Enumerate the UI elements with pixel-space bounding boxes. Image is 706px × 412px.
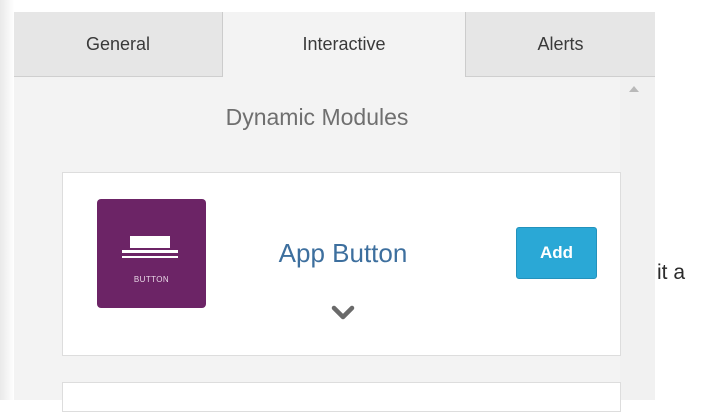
button-module-icon: BUTTON: [97, 199, 206, 308]
scroll-up-arrow-icon[interactable]: [629, 86, 639, 92]
tab-bar: General Interactive Alerts: [14, 12, 655, 77]
chevron-down-icon[interactable]: [331, 305, 355, 321]
scrollbar[interactable]: [620, 77, 655, 400]
section-title: Dynamic Modules: [225, 104, 409, 130]
tab-alerts[interactable]: Alerts: [466, 12, 655, 76]
background-page-text: it a: [657, 261, 686, 284]
add-button[interactable]: Add: [516, 227, 597, 279]
left-edge-shadow: [0, 0, 14, 400]
module-name[interactable]: App Button: [253, 238, 433, 269]
icon-caption: BUTTON: [133, 275, 170, 284]
button-icon: [122, 236, 178, 258]
tab-interactive[interactable]: Interactive: [222, 12, 466, 77]
tab-general[interactable]: General: [14, 12, 222, 76]
module-card: [62, 382, 621, 412]
